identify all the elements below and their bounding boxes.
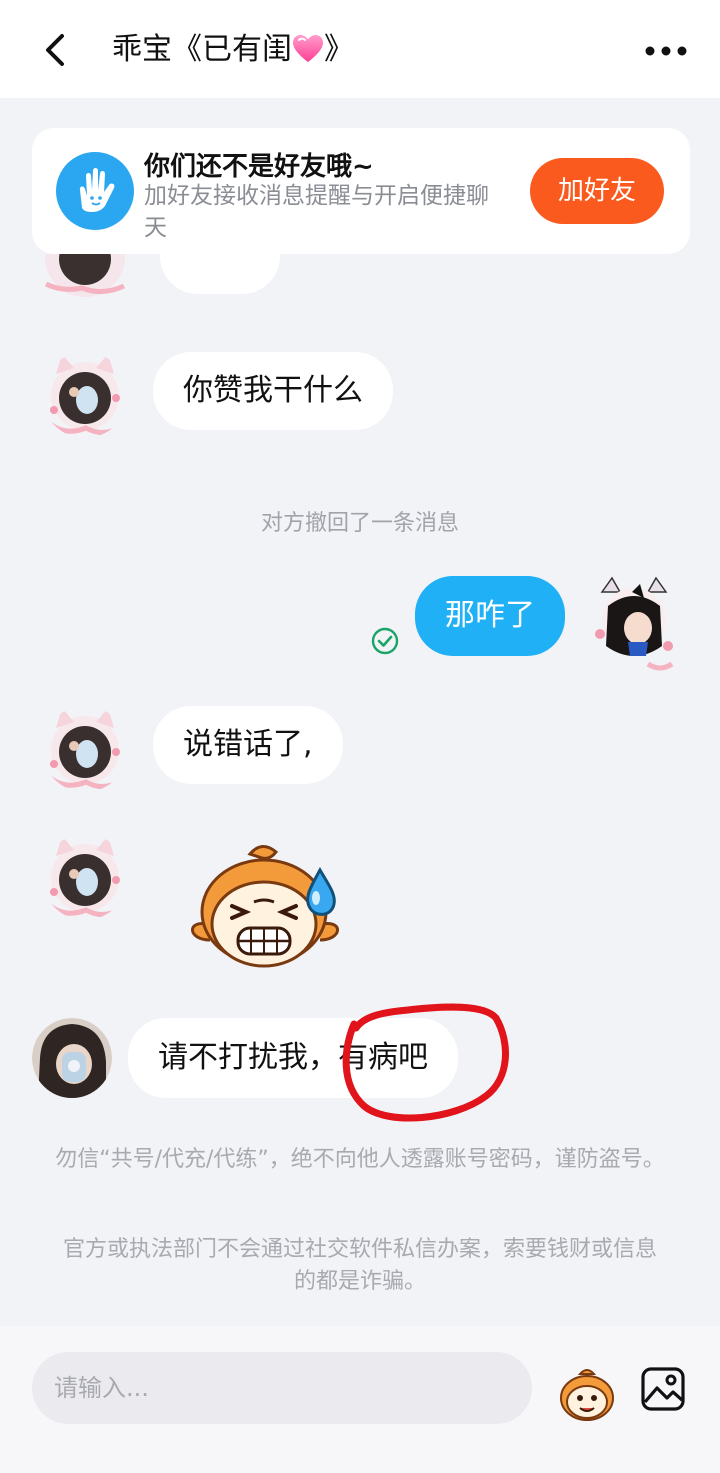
recall-notice: 对方撤回了一条消息: [260, 511, 459, 536]
message-text: 你赞我干什么: [183, 373, 363, 408]
chat-title: 乖宝《已有闺 》: [112, 28, 354, 72]
avatar[interactable]: [32, 1018, 112, 1098]
chat-title-suffix: 》: [324, 32, 354, 67]
hand-icon: [56, 152, 134, 230]
clipped-bubble: [160, 254, 280, 294]
fraud-notice: 官方或执法部门不会通过社交软件私信办案，索要钱财或信息的都是诈骗。: [62, 1237, 657, 1294]
image-icon[interactable]: [640, 1366, 686, 1412]
sticker-emoji[interactable]: [184, 840, 346, 972]
back-icon[interactable]: [36, 28, 76, 72]
add-friend-banner: 你们还不是好友哦~ 加好友接收消息提醒与开启便捷聊天 加好友: [32, 128, 690, 254]
input-bar: 请输入...: [0, 1326, 720, 1473]
avatar: [44, 254, 126, 297]
my-avatar[interactable]: [588, 576, 680, 676]
add-friend-button[interactable]: 加好友: [530, 158, 664, 224]
security-notice: 勿信“共号/代充/代练”，绝不向他人透露账号密码，谨防盗号。: [55, 1147, 665, 1172]
heart-icon: [293, 35, 323, 62]
avatar[interactable]: [42, 352, 128, 438]
top-bar: 乖宝《已有闺 》: [0, 0, 720, 98]
message-bubble[interactable]: 说错话了,: [153, 706, 343, 784]
read-check-icon: [371, 627, 399, 655]
message-text: 说错话了,: [183, 727, 313, 762]
message-text: 那咋了: [445, 598, 535, 633]
chat-title-text: 乖宝《已有闺: [112, 32, 292, 67]
message-bubble-sent[interactable]: 那咋了: [415, 576, 565, 656]
sticker-icon[interactable]: [556, 1364, 618, 1426]
clipped-previous-message: [0, 254, 720, 300]
avatar[interactable]: [42, 706, 128, 792]
banner-subtitle: 加好友接收消息提醒与开启便捷聊天: [144, 183, 489, 241]
more-icon[interactable]: [640, 36, 692, 66]
banner-title: 你们还不是好友哦~: [144, 152, 374, 182]
message-input[interactable]: 请输入...: [32, 1352, 532, 1424]
red-circle-annotation: [342, 1003, 509, 1122]
avatar[interactable]: [42, 834, 128, 920]
message-bubble[interactable]: 你赞我干什么: [153, 352, 393, 430]
